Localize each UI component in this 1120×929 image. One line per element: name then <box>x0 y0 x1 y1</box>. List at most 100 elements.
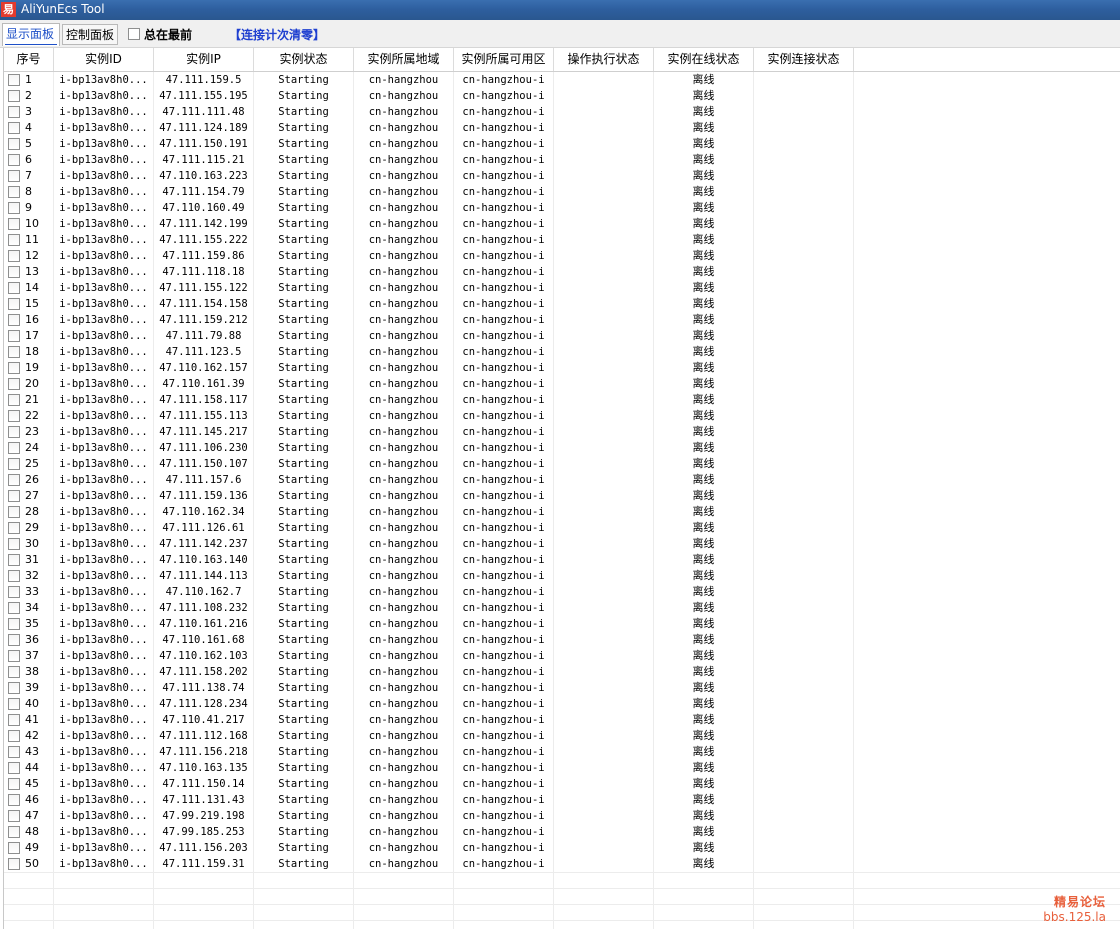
table-row[interactable]: 46 i-bp13av8h0... 47.111.131.43 Starting cn-… <box>4 792 1120 808</box>
row-checkbox[interactable] <box>8 138 20 150</box>
table-row[interactable]: 10 i-bp13av8h0... 47.111.142.199 Starting cn… <box>4 216 1120 232</box>
always-on-top-checkbox[interactable] <box>128 28 140 40</box>
row-checkbox[interactable] <box>8 154 20 166</box>
row-checkbox[interactable] <box>8 442 20 454</box>
row-checkbox[interactable] <box>8 570 20 582</box>
table-row[interactable]: 45 i-bp13av8h0... 47.111.150.14 Starting cn-… <box>4 776 1120 792</box>
table-row[interactable]: 29 i-bp13av8h0... 47.111.126.61 Starting cn-… <box>4 520 1120 536</box>
row-checkbox[interactable] <box>8 746 20 758</box>
table-row[interactable]: 20 i-bp13av8h0... 47.110.161.39 Starting cn-… <box>4 376 1120 392</box>
row-checkbox[interactable] <box>8 602 20 614</box>
table-row[interactable]: 21 i-bp13av8h0... 47.111.158.117 Starting cn… <box>4 392 1120 408</box>
row-checkbox[interactable] <box>8 282 20 294</box>
row-checkbox[interactable] <box>8 298 20 310</box>
tab-control-panel[interactable]: 控制面板 <box>62 24 118 45</box>
table-row[interactable]: 1 i-bp13av8h0... 47.111.159.5 Starting cn-ha… <box>4 72 1120 88</box>
row-checkbox[interactable] <box>8 842 20 854</box>
tab-display-panel[interactable]: 显示面板 <box>2 23 60 46</box>
table-row[interactable]: 14 i-bp13av8h0... 47.111.155.122 Starting cn… <box>4 280 1120 296</box>
header-col-online-status[interactable]: 实例在线状态 <box>654 48 754 71</box>
row-checkbox[interactable] <box>8 522 20 534</box>
row-checkbox[interactable] <box>8 634 20 646</box>
row-checkbox[interactable] <box>8 426 20 438</box>
table-row[interactable]: 33 i-bp13av8h0... 47.110.162.7 Starting cn-h… <box>4 584 1120 600</box>
table-row[interactable]: 50 i-bp13av8h0... 47.111.159.31 Starting cn-… <box>4 856 1120 872</box>
row-checkbox[interactable] <box>8 682 20 694</box>
row-checkbox[interactable] <box>8 650 20 662</box>
table-row[interactable]: 28 i-bp13av8h0... 47.110.162.34 Starting cn-… <box>4 504 1120 520</box>
row-checkbox[interactable] <box>8 810 20 822</box>
table-row[interactable]: 22 i-bp13av8h0... 47.111.155.113 Starting cn… <box>4 408 1120 424</box>
table-row[interactable]: 35 i-bp13av8h0... 47.110.161.216 Starting cn… <box>4 616 1120 632</box>
row-checkbox[interactable] <box>8 538 20 550</box>
row-checkbox[interactable] <box>8 858 20 870</box>
table-row[interactable]: 8 i-bp13av8h0... 47.111.154.79 Starting cn-h… <box>4 184 1120 200</box>
row-checkbox[interactable] <box>8 698 20 710</box>
table-row[interactable]: 18 i-bp13av8h0... 47.111.123.5 Starting cn-h… <box>4 344 1120 360</box>
row-checkbox[interactable] <box>8 730 20 742</box>
row-checkbox[interactable] <box>8 506 20 518</box>
row-checkbox[interactable] <box>8 394 20 406</box>
table-row[interactable]: 4 i-bp13av8h0... 47.111.124.189 Starting cn-… <box>4 120 1120 136</box>
row-checkbox[interactable] <box>8 186 20 198</box>
row-checkbox[interactable] <box>8 346 20 358</box>
header-col-zone[interactable]: 实例所属可用区 <box>454 48 554 71</box>
header-col-index[interactable]: 序号 <box>4 48 54 71</box>
table-row[interactable]: 23 i-bp13av8h0... 47.111.145.217 Starting cn… <box>4 424 1120 440</box>
row-checkbox[interactable] <box>8 314 20 326</box>
row-checkbox[interactable] <box>8 474 20 486</box>
table-row[interactable]: 26 i-bp13av8h0... 47.111.157.6 Starting cn-h… <box>4 472 1120 488</box>
row-checkbox[interactable] <box>8 170 20 182</box>
header-col-instance-status[interactable]: 实例状态 <box>254 48 354 71</box>
row-checkbox[interactable] <box>8 218 20 230</box>
table-row[interactable]: 16 i-bp13av8h0... 47.111.159.212 Starting cn… <box>4 312 1120 328</box>
always-on-top-label[interactable]: 总在最前 <box>144 26 192 43</box>
table-row[interactable]: 42 i-bp13av8h0... 47.111.112.168 Starting cn… <box>4 728 1120 744</box>
row-checkbox[interactable] <box>8 330 20 342</box>
table-row[interactable]: 19 i-bp13av8h0... 47.110.162.157 Starting cn… <box>4 360 1120 376</box>
reset-connection-count-button[interactable]: 【连接计次清零】 <box>229 26 325 43</box>
table-row[interactable]: 27 i-bp13av8h0... 47.111.159.136 Starting cn… <box>4 488 1120 504</box>
row-checkbox[interactable] <box>8 362 20 374</box>
table-row[interactable]: 31 i-bp13av8h0... 47.110.163.140 Starting cn… <box>4 552 1120 568</box>
row-checkbox[interactable] <box>8 554 20 566</box>
header-col-region[interactable]: 实例所属地域 <box>354 48 454 71</box>
row-checkbox[interactable] <box>8 378 20 390</box>
row-checkbox[interactable] <box>8 458 20 470</box>
table-row[interactable]: 24 i-bp13av8h0... 47.111.106.230 Starting cn… <box>4 440 1120 456</box>
header-col-instance-id[interactable]: 实例ID <box>54 48 154 71</box>
table-row[interactable]: 7 i-bp13av8h0... 47.110.163.223 Starting cn-… <box>4 168 1120 184</box>
table-row[interactable]: 37 i-bp13av8h0... 47.110.162.103 Starting cn… <box>4 648 1120 664</box>
table-row[interactable]: 15 i-bp13av8h0... 47.111.154.158 Starting cn… <box>4 296 1120 312</box>
row-checkbox[interactable] <box>8 666 20 678</box>
table-row[interactable]: 25 i-bp13av8h0... 47.111.150.107 Starting cn… <box>4 456 1120 472</box>
table-row[interactable]: 9 i-bp13av8h0... 47.110.160.49 Starting cn-h… <box>4 200 1120 216</box>
table-row[interactable]: 40 i-bp13av8h0... 47.111.128.234 Starting cn… <box>4 696 1120 712</box>
row-checkbox[interactable] <box>8 106 20 118</box>
row-checkbox[interactable] <box>8 410 20 422</box>
table-row[interactable]: 38 i-bp13av8h0... 47.111.158.202 Starting cn… <box>4 664 1120 680</box>
row-checkbox[interactable] <box>8 826 20 838</box>
table-row[interactable]: 3 i-bp13av8h0... 47.111.111.48 Starting cn-h… <box>4 104 1120 120</box>
table-row[interactable]: 41 i-bp13av8h0... 47.110.41.217 Starting cn-… <box>4 712 1120 728</box>
row-checkbox[interactable] <box>8 618 20 630</box>
table-row[interactable]: 47 i-bp13av8h0... 47.99.219.198 Starting cn-… <box>4 808 1120 824</box>
row-checkbox[interactable] <box>8 202 20 214</box>
row-checkbox[interactable] <box>8 794 20 806</box>
table-row[interactable]: 13 i-bp13av8h0... 47.111.118.18 Starting cn-… <box>4 264 1120 280</box>
header-col-exec-status[interactable]: 操作执行状态 <box>554 48 654 71</box>
row-checkbox[interactable] <box>8 778 20 790</box>
row-checkbox[interactable] <box>8 234 20 246</box>
table-row[interactable]: 48 i-bp13av8h0... 47.99.185.253 Starting cn-… <box>4 824 1120 840</box>
table-row[interactable]: 34 i-bp13av8h0... 47.111.108.232 Starting cn… <box>4 600 1120 616</box>
row-checkbox[interactable] <box>8 586 20 598</box>
table-row[interactable]: 6 i-bp13av8h0... 47.111.115.21 Starting cn-h… <box>4 152 1120 168</box>
header-col-instance-ip[interactable]: 实例IP <box>154 48 254 71</box>
table-row[interactable]: 11 i-bp13av8h0... 47.111.155.222 Starting cn… <box>4 232 1120 248</box>
table-row[interactable]: 30 i-bp13av8h0... 47.111.142.237 Starting cn… <box>4 536 1120 552</box>
row-checkbox[interactable] <box>8 490 20 502</box>
table-row[interactable]: 39 i-bp13av8h0... 47.111.138.74 Starting cn-… <box>4 680 1120 696</box>
table-row[interactable]: 36 i-bp13av8h0... 47.110.161.68 Starting cn-… <box>4 632 1120 648</box>
table-row[interactable]: 44 i-bp13av8h0... 47.110.163.135 Starting cn… <box>4 760 1120 776</box>
row-checkbox[interactable] <box>8 250 20 262</box>
